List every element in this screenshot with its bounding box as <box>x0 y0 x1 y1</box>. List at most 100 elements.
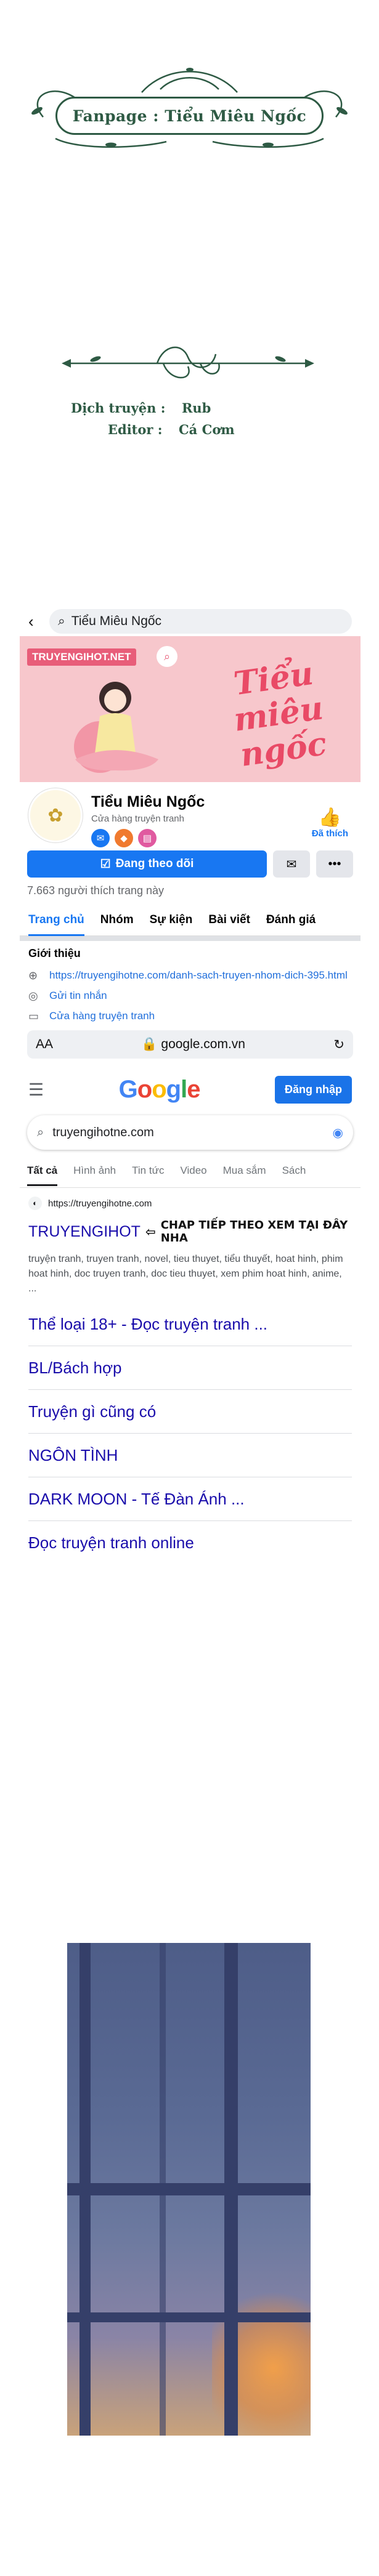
sitelink-item[interactable]: Truyện gì cũng có <box>28 1390 352 1434</box>
favicon-icon: ◐ <box>28 1197 42 1210</box>
search-result: ◐ https://truyengihotne.com TRUYENGIHOT … <box>20 1188 361 1296</box>
fanpage-banner: Fanpage : Tiểu Miêu Ngốc <box>18 59 361 151</box>
page-badges: ✉ ◆ ▤ <box>91 829 205 847</box>
result-annotation: CHAP TIẾP THEO XEM TẠI ĐÂY NHA <box>160 1219 348 1245</box>
more-dots-icon: ••• <box>328 857 341 871</box>
google-tabs: Tất cả Hình ảnh Tin tức Video Mua sắm Sá… <box>20 1153 361 1188</box>
sitelink-item[interactable]: BL/Bách hợp <box>28 1346 352 1390</box>
messenger-badge-icon[interactable]: ✉ <box>91 829 110 847</box>
section-divider <box>20 936 361 941</box>
tab-shopping[interactable]: Mua sắm <box>223 1165 266 1177</box>
reload-icon[interactable]: ↻ <box>333 1037 344 1052</box>
tab-images[interactable]: Hình ảnh <box>73 1165 116 1177</box>
google-query: truyengihotne.com <box>52 1125 154 1139</box>
search-icon: ⌕ <box>58 614 65 628</box>
translator-name: Rub <box>181 400 211 416</box>
following-label: Đang theo dõi <box>115 857 194 870</box>
ornament-divider-icon <box>62 346 314 379</box>
intro-title: Giới thiệu <box>28 947 81 959</box>
cover-brand-label: TRUYENGIHOT.NET <box>27 648 136 666</box>
result-snippet: truyện tranh, truyen tranh, novel, tieu … <box>28 1254 343 1294</box>
editor-line: Editor : Cá Cơm <box>108 422 235 437</box>
following-button[interactable]: ☑ Đang theo dõi <box>27 850 267 878</box>
tab-video[interactable]: Video <box>180 1165 206 1177</box>
store-badge-icon[interactable]: ▤ <box>138 829 157 847</box>
intro-message-link[interactable]: Gửi tin nhắn <box>49 990 107 1002</box>
editor-name: Cá Cơm <box>178 422 235 437</box>
check-icon: ☑ <box>100 857 111 871</box>
result-url-row: ◐ https://truyengihotne.com <box>28 1197 352 1210</box>
result-title[interactable]: TRUYENGIHOT <box>28 1223 141 1241</box>
like-label: Đã thích <box>311 828 348 839</box>
banner-label-box: Fanpage : Tiểu Miêu Ngốc <box>55 97 324 135</box>
cover-title: Tiểu miêu ngốc <box>231 654 329 774</box>
tab-books[interactable]: Sách <box>282 1165 306 1177</box>
tab-home[interactable]: Trang chủ <box>28 904 84 936</box>
cover-search-icon: ⌕ <box>157 646 177 667</box>
google-search-box[interactable]: ⌕ truyengihotne.com ◉ <box>27 1115 353 1150</box>
intro-shop-link[interactable]: Cửa hàng truyện tranh <box>49 1010 155 1022</box>
likes-count: 7.663 người thích trang này <box>27 884 164 897</box>
translator-label: Dịch truyện : <box>71 400 166 416</box>
back-arrow-icon[interactable]: ‹ <box>28 612 41 631</box>
result-title-row: TRUYENGIHOT ⇦ CHAP TIẾP THEO XEM TẠI ĐÂY… <box>28 1219 352 1245</box>
tab-events[interactable]: Sự kiện <box>150 904 193 936</box>
messenger-icon: ✉ <box>286 857 297 871</box>
search-icon: ⌕ <box>37 1125 44 1139</box>
sitelink-item[interactable]: NGÔN TÌNH <box>28 1434 352 1477</box>
google-logo[interactable]: Google <box>119 1076 201 1104</box>
tab-all[interactable]: Tất cả <box>27 1165 58 1186</box>
banner-text: Fanpage : Tiểu Miêu Ngốc <box>72 107 307 125</box>
facebook-top-bar: ‹ ⌕ Tiểu Miêu Ngốc <box>20 607 361 636</box>
window-frame-thin <box>160 1943 166 2436</box>
credits-block: Dịch truyện : Rub Editor : Cá Cơm <box>59 336 317 453</box>
page-category: Cửa hàng truyện tranh <box>91 814 184 824</box>
sitelink-item[interactable]: Thể loại 18+ - Đọc truyện tranh ... <box>28 1302 352 1346</box>
editor-label: Editor : <box>108 422 163 437</box>
lock-icon: 🔒 <box>141 1037 161 1051</box>
messenger-button[interactable]: ✉ <box>273 850 310 878</box>
camera-icon[interactable]: ◉ <box>333 1125 343 1141</box>
tab-reviews[interactable]: Đánh giá <box>266 904 316 936</box>
url-text: google.com.vn <box>161 1037 245 1051</box>
menu-icon[interactable]: ☰ <box>28 1080 44 1100</box>
sitelink-item[interactable]: DARK MOON - Tế Đàn Ánh ... <box>28 1477 352 1521</box>
intro-website-row[interactable]: ⊕ https://truyengihotne.com/danh-sach-tr… <box>28 969 352 982</box>
page: Fanpage : Tiểu Miêu Ngốc Dịch truyện : R… <box>0 0 379 2576</box>
shop-badge-icon[interactable]: ◆ <box>115 829 133 847</box>
cover-photo[interactable]: TRUYENGIHOT.NET ⌕ Tiểu miêu ngốc <box>20 636 361 782</box>
action-buttons: ☑ Đang theo dõi ✉ ••• <box>20 849 361 879</box>
more-button[interactable]: ••• <box>316 850 353 878</box>
url-display: 🔒 google.com.vn <box>141 1037 245 1052</box>
tab-posts[interactable]: Bài viết <box>208 904 250 936</box>
translator-line: Dịch truyện : Rub <box>71 400 211 416</box>
intro-message-row[interactable]: ◎ Gửi tin nhắn <box>28 990 352 1003</box>
text-size-button[interactable]: AA <box>36 1037 53 1052</box>
messenger-icon: ◎ <box>28 990 38 1002</box>
thumbs-up-icon: 👍 <box>318 807 342 828</box>
page-name: Tiểu Miêu Ngốc <box>91 793 205 810</box>
sitelink-item[interactable]: Đọc truyện tranh online <box>28 1521 352 1565</box>
window-frame-lower <box>67 2312 311 2322</box>
page-avatar[interactable]: ✿ <box>28 788 83 842</box>
google-header: ☰ Google Đăng nhập <box>20 1066 361 1113</box>
tab-news[interactable]: Tin tức <box>132 1165 164 1177</box>
window-frame-middle <box>67 2183 311 2195</box>
page-tabs: Trang chủ Nhóm Sự kiện Bài viết Đánh giá <box>20 904 361 936</box>
intro-section: Giới thiệu ⊕ https://truyengihotne.com/d… <box>20 941 361 1023</box>
browser-url-bar[interactable]: AA 🔒 google.com.vn ↻ <box>27 1030 353 1059</box>
left-arrow-icon: ⇦ <box>145 1224 156 1239</box>
folder-icon: ▭ <box>28 1010 39 1022</box>
manga-panel-image <box>67 1943 311 2436</box>
profile-info: Tiểu Miêu Ngốc Cửa hàng truyện tranh ✉ ◆… <box>91 788 205 849</box>
tab-groups[interactable]: Nhóm <box>100 904 134 936</box>
intro-website-link[interactable]: https://truyengihotne.com/danh-sach-truy… <box>49 969 348 982</box>
facebook-search-text: Tiểu Miêu Ngốc <box>71 614 162 628</box>
result-url: https://truyengihotne.com <box>48 1198 152 1209</box>
phone-screenshot: ‹ ⌕ Tiểu Miêu Ngốc TRUYENGIHOT.NET ⌕ Tiể… <box>20 607 361 1706</box>
intro-shop-row[interactable]: ▭ Cửa hàng truyện tranh <box>28 1010 352 1023</box>
sign-in-button[interactable]: Đăng nhập <box>274 1075 352 1104</box>
like-button[interactable]: 👍 Đã thích <box>312 807 348 839</box>
facebook-search-field[interactable]: ⌕ Tiểu Miêu Ngốc <box>49 609 352 634</box>
